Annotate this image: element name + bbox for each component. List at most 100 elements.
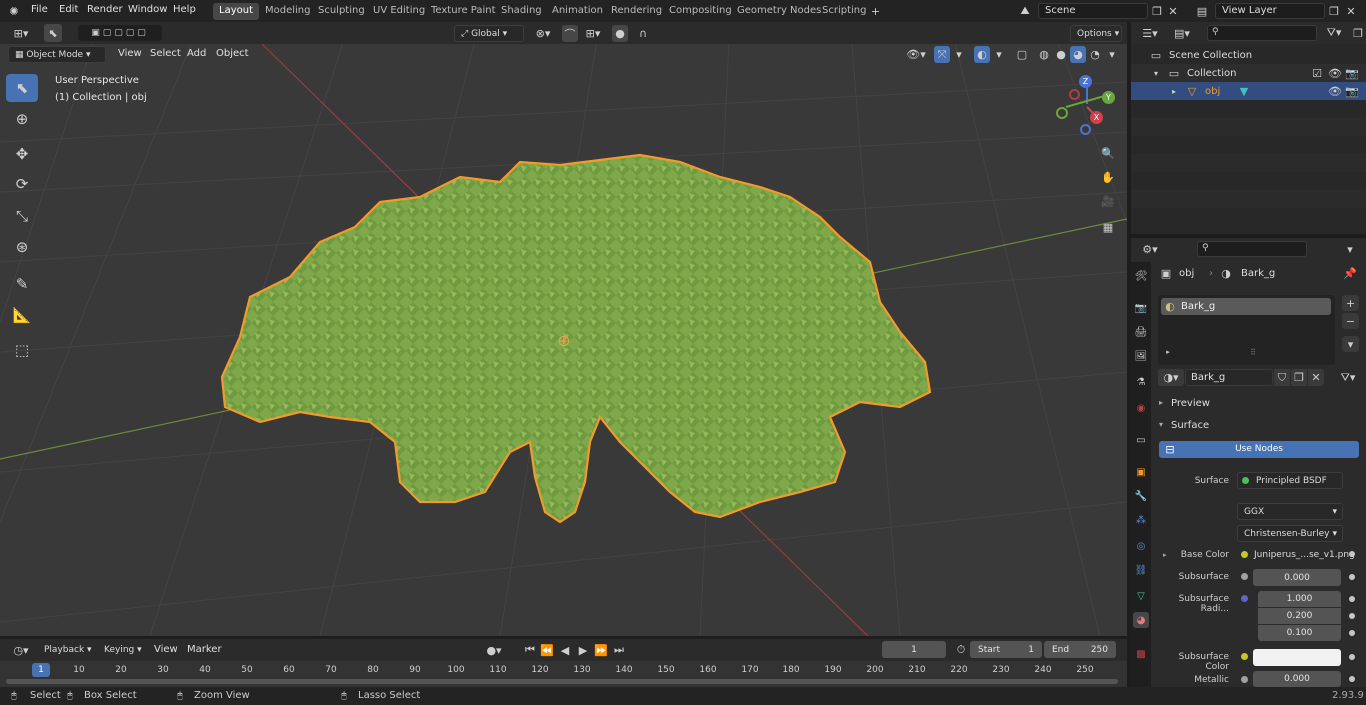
viewport-menu-object[interactable]: Object	[216, 48, 249, 59]
ortho-grid-icon[interactable]: ▦	[1097, 216, 1119, 238]
keyframe-dot-icon[interactable]	[1349, 596, 1355, 602]
end-frame-field[interactable]: End 250	[1044, 641, 1116, 658]
output-tab-icon[interactable]: 🖨	[1133, 324, 1149, 340]
browse-material-icon[interactable]: ◑▾	[1158, 369, 1184, 386]
new-scene-icon[interactable]: ❐	[1150, 3, 1164, 19]
texture-tab-icon[interactable]: ▩	[1133, 646, 1149, 662]
surface-panel-header[interactable]: ▾ Surface	[1153, 417, 1366, 435]
falloff-icon[interactable]: ∩	[630, 25, 656, 42]
viewport-menu-view[interactable]: View	[118, 48, 142, 59]
tab-scripting[interactable]: Scripting	[816, 3, 872, 20]
material-name-field[interactable]: Bark_g	[1185, 369, 1273, 386]
modifier-tab-icon[interactable]: 🔧	[1133, 488, 1149, 504]
list-resize-grip-icon[interactable]: ⠿	[1243, 347, 1263, 357]
properties-editor-type-icon[interactable]: ⚙▾	[1137, 241, 1163, 257]
tab-animation[interactable]: Animation	[546, 3, 609, 20]
subsurface-method-dropdown[interactable]: Christensen-Burley ▾	[1237, 525, 1343, 542]
menu-render[interactable]: Render	[87, 4, 123, 15]
scene-tab-icon[interactable]: ⚗	[1133, 374, 1149, 390]
add-workspace-icon[interactable]: +	[868, 4, 883, 19]
subsurface-color-swatch[interactable]	[1253, 649, 1341, 666]
material-slot-item[interactable]: ◐ Bark_g	[1161, 298, 1331, 315]
select-box-tool-icon[interactable]: ⬉	[6, 74, 38, 102]
exclude-checkbox-icon[interactable]: ☑	[1311, 66, 1323, 80]
unlink-material-icon[interactable]: ✕	[1308, 369, 1324, 386]
gizmo-x-icon[interactable]: X	[1090, 111, 1103, 124]
zoom-icon[interactable]: 🔍	[1097, 142, 1119, 164]
tab-geometry-nodes[interactable]: Geometry Nodes	[731, 3, 827, 20]
keyframe-dot-icon[interactable]	[1349, 613, 1355, 619]
xray-icon[interactable]: ▢	[1014, 46, 1030, 63]
base-color-texture-field[interactable]: Juniperus_...se_v1.png	[1254, 550, 1364, 560]
obj-render-icon[interactable]: 📷	[1345, 84, 1359, 98]
view-layer-field[interactable]: View Layer	[1215, 3, 1325, 19]
gizmo-toggle-icon[interactable]: ⤧	[934, 46, 950, 63]
tab-texture-paint[interactable]: Texture Paint	[425, 3, 502, 20]
surface-shader-field[interactable]: Principled BSDF	[1237, 472, 1343, 489]
play-reverse-icon[interactable]: ◀	[557, 642, 573, 658]
gizmo-dropdown-icon[interactable]: ▾	[952, 46, 966, 63]
fake-user-shield-icon[interactable]: ⛉	[1274, 369, 1290, 386]
material-tab-icon[interactable]: ◕	[1133, 612, 1149, 628]
distribution-dropdown[interactable]: GGX ▾	[1237, 503, 1343, 520]
physics-tab-icon[interactable]: ◎	[1133, 538, 1149, 554]
outliner-row-obj[interactable]: ▸ ▽ obj ▼ 👁 📷	[1131, 82, 1366, 100]
constraints-tab-icon[interactable]: ⛓	[1133, 562, 1149, 578]
scale-tool-icon[interactable]: ⤡	[6, 202, 38, 230]
view-layer-tab-icon[interactable]: 🖼	[1133, 348, 1149, 364]
select-tool-icon[interactable]: ⬉	[44, 24, 62, 42]
gizmo-neg-x-icon[interactable]	[1069, 89, 1080, 100]
snap-target-icon[interactable]: ⊞▾	[580, 25, 606, 42]
metallic-value-field[interactable]: 0.000	[1253, 671, 1341, 687]
move-tool-icon[interactable]: ✥	[6, 140, 38, 168]
filter-icon[interactable]: ⛛▾	[1321, 25, 1347, 41]
timeline-scrollbar[interactable]	[6, 679, 1118, 684]
overlays-dropdown-icon[interactable]: ▾	[992, 46, 1006, 63]
slot-specials-icon[interactable]: ▾	[1342, 336, 1359, 352]
viewport-menu-select[interactable]: Select	[150, 48, 181, 59]
start-frame-field[interactable]: Start 1	[970, 641, 1042, 658]
render-tab-icon[interactable]: 📷	[1133, 300, 1149, 316]
keyframe-dot-icon[interactable]	[1349, 574, 1355, 580]
new-collection-icon[interactable]: ❐	[1351, 25, 1365, 41]
material-filter-icon[interactable]: ⛛▾	[1335, 369, 1361, 386]
selection-mode-icons[interactable]: ▣▢▢▢▢	[78, 25, 162, 41]
data-tab-icon[interactable]: ▽	[1133, 588, 1149, 604]
options-dropdown[interactable]: Options ▾	[1070, 25, 1122, 42]
timeline-marker-menu[interactable]: Marker	[187, 644, 222, 655]
scene-selector-icon[interactable]: ⛰	[1013, 3, 1037, 19]
eye-icon[interactable]: 👁	[1328, 66, 1342, 80]
particles-tab-icon[interactable]: ⁂	[1133, 512, 1149, 528]
scene-name-field[interactable]: Scene	[1038, 3, 1148, 19]
tab-uv-editing[interactable]: UV Editing	[367, 3, 431, 20]
tab-rendering[interactable]: Rendering	[605, 3, 668, 20]
collapse-arrow-icon[interactable]: ▾	[1151, 66, 1161, 80]
wireframe-shading-icon[interactable]: ◍	[1036, 46, 1052, 63]
pan-hand-icon[interactable]: ✋	[1097, 166, 1119, 188]
rendered-shading-icon[interactable]: ◔	[1087, 46, 1103, 63]
menu-edit[interactable]: Edit	[59, 4, 78, 15]
duplicate-material-icon[interactable]: ❐	[1291, 369, 1307, 386]
menu-help[interactable]: Help	[173, 4, 196, 15]
use-nodes-button[interactable]: ⊟ Use Nodes	[1159, 441, 1359, 458]
expand-arrow-icon[interactable]: ▸	[1169, 84, 1179, 98]
obj-eye-icon[interactable]: 👁	[1328, 84, 1342, 98]
subsurface-radius-y-field[interactable]: 0.200	[1258, 608, 1341, 624]
keyframe-dot-icon[interactable]	[1349, 630, 1355, 636]
play-icon[interactable]: ▶	[575, 642, 591, 658]
remove-slot-icon[interactable]: −	[1342, 313, 1359, 329]
jump-start-icon[interactable]: ⏮	[522, 642, 538, 658]
outliner-editor-type-icon[interactable]: ☰▾	[1137, 25, 1163, 41]
solid-shading-icon[interactable]: ●	[1053, 46, 1069, 63]
measure-tool-icon[interactable]: 📐	[6, 301, 38, 329]
material-preview-icon[interactable]: ◕	[1070, 46, 1086, 63]
delete-view-layer-icon[interactable]: ✕	[1344, 3, 1358, 19]
mode-dropdown[interactable]: ▦ Object Mode ▾	[8, 46, 106, 63]
outliner-row-scene-collection[interactable]: ▭ Scene Collection	[1131, 46, 1366, 64]
tab-shading[interactable]: Shading	[495, 3, 548, 20]
tool-tab-icon[interactable]: 🛠	[1133, 268, 1149, 284]
rotate-tool-icon[interactable]: ⟳	[6, 170, 38, 198]
menu-file[interactable]: File	[31, 4, 48, 15]
world-tab-icon[interactable]: ◉	[1133, 400, 1149, 416]
pin-icon[interactable]: 📌	[1343, 265, 1357, 281]
